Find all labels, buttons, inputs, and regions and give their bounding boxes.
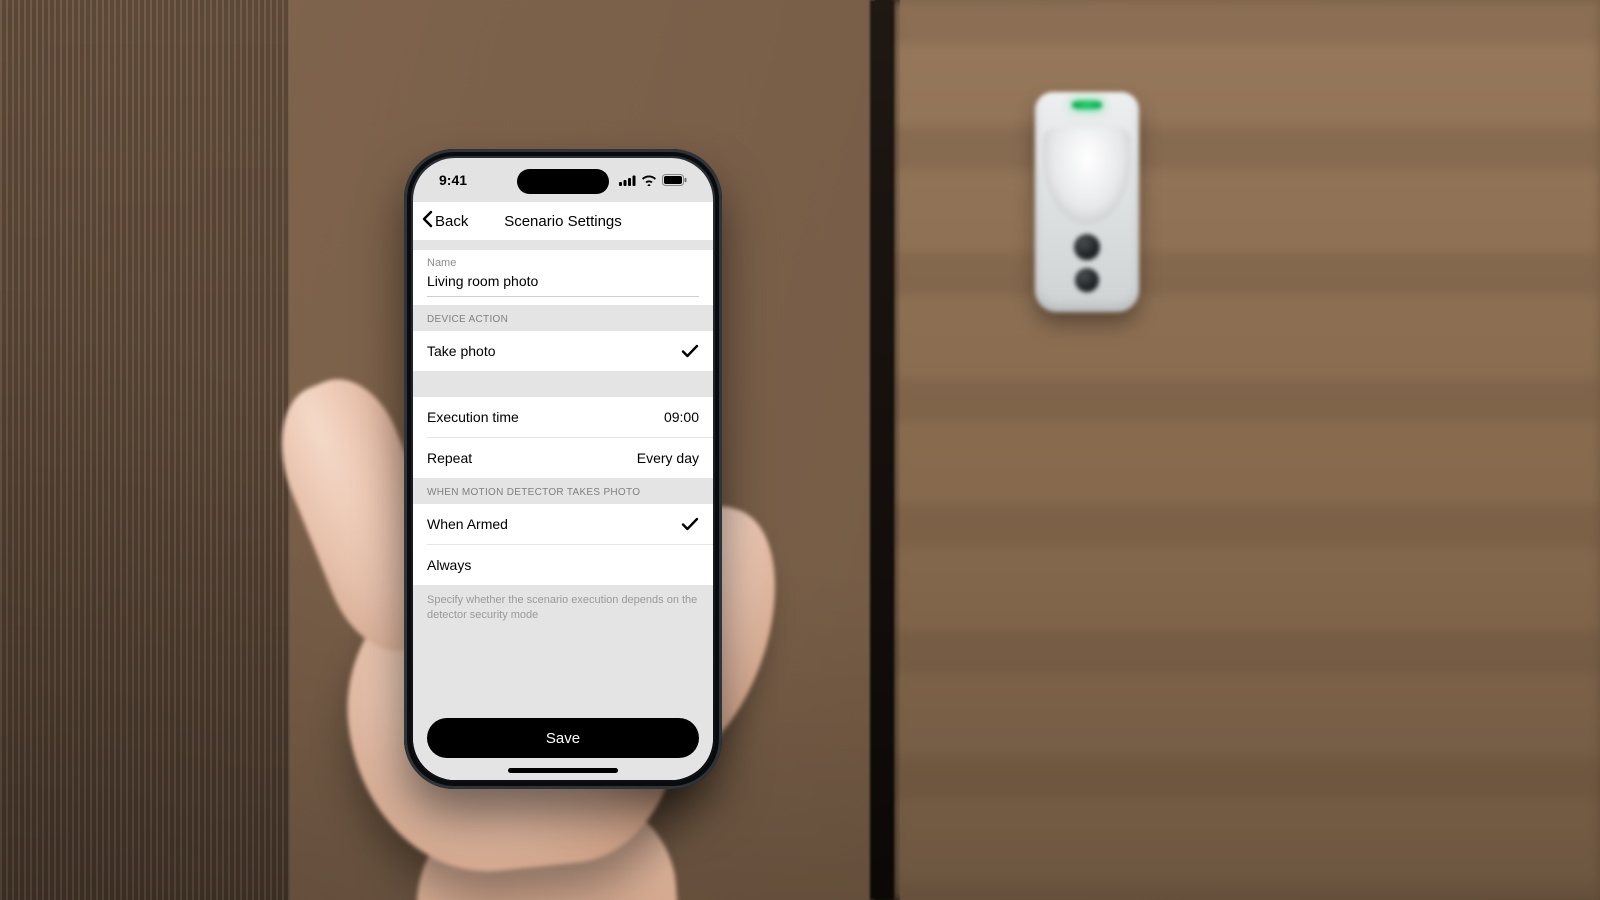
device-action-take-photo[interactable]: Take photo [413,331,713,371]
trigger-always[interactable]: Always [413,545,713,585]
execution-time-label: Execution time [427,409,519,425]
motion-detector-device [1035,92,1139,312]
wall-panel-right [894,0,1600,900]
nav-bar: Back Scenario Settings [413,202,713,240]
phone-screen: 9:41 Bac [413,158,713,780]
save-button[interactable]: Save [427,718,699,758]
scene-background: 9:41 Bac [0,0,1600,900]
device-action-header: DEVICE ACTION [413,305,713,331]
repeat-row[interactable]: Repeat Every day [413,438,713,478]
chevron-left-icon [421,210,433,232]
cellular-icon [619,175,636,186]
wifi-icon [641,175,657,186]
device-action-label: Take photo [427,343,496,359]
battery-icon [662,174,687,186]
status-bar: 9:41 [413,158,713,202]
home-indicator [508,768,618,773]
back-button[interactable]: Back [421,210,468,232]
checkmark-icon [681,344,699,358]
name-field-label: Name [427,257,699,269]
status-time: 9:41 [439,172,467,188]
back-label: Back [435,213,468,230]
screen-content: Name DEVICE ACTION Take photo [413,240,713,780]
device-action-card: Take photo [413,331,713,371]
schedule-card: Execution time 09:00 Repeat Every day [413,397,713,478]
name-card: Name [413,250,713,305]
trigger-header: WHEN MOTION DETECTOR TAKES PHOTO [413,478,713,504]
trigger-card: When Armed Always [413,504,713,585]
door-frame-gap [870,0,894,900]
trigger-when-armed-label: When Armed [427,516,508,532]
execution-time-row[interactable]: Execution time 09:00 [413,397,713,437]
repeat-value: Every day [637,450,699,466]
repeat-label: Repeat [427,450,472,466]
save-button-label: Save [546,730,580,747]
phone-frame: 9:41 Bac [404,149,722,789]
trigger-when-armed[interactable]: When Armed [413,504,713,544]
checkmark-icon [681,517,699,531]
trigger-always-label: Always [427,557,471,573]
execution-time-value: 09:00 [664,409,699,425]
name-input[interactable] [427,269,699,297]
trigger-helper-text: Specify whether the scenario execution d… [413,585,713,623]
wall-panel-left [0,0,290,900]
